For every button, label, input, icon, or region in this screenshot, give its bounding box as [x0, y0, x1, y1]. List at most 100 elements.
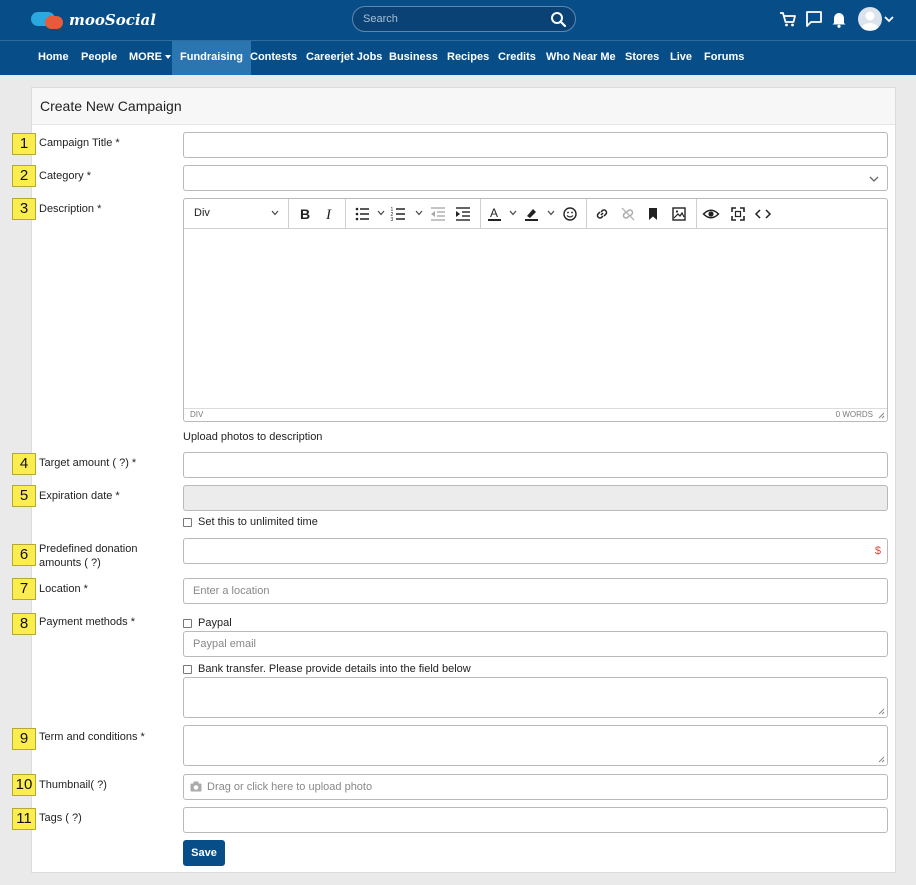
- step-number-4: 4: [12, 453, 36, 475]
- expiration-date-label: Expiration date *: [39, 490, 120, 502]
- resize-grip-icon[interactable]: [878, 412, 885, 419]
- category-label: Category *: [39, 170, 91, 182]
- nav-item-careerjet-jobs[interactable]: Careerjet Jobs: [298, 41, 390, 75]
- thumbnail-upload[interactable]: Drag or click here to upload photo: [183, 774, 888, 800]
- expiration-date-field[interactable]: [183, 485, 888, 511]
- target-amount-field: [183, 452, 888, 478]
- bullet-list-icon[interactable]: [354, 205, 372, 223]
- predefined-donation-input[interactable]: [184, 539, 887, 563]
- image-icon[interactable]: [670, 205, 688, 223]
- bank-details-textarea[interactable]: [183, 677, 888, 718]
- text-color-icon[interactable]: A: [486, 205, 504, 223]
- numbered-list-icon[interactable]: 123: [390, 205, 408, 223]
- nav-item-business[interactable]: Business: [381, 41, 446, 75]
- user-silhouette-icon: [861, 11, 879, 30]
- chevron-down-icon: [869, 176, 879, 182]
- fullscreen-icon[interactable]: [729, 205, 747, 223]
- nav-item-recipes[interactable]: Recipes: [439, 41, 497, 75]
- chat-icon[interactable]: [804, 9, 824, 29]
- bell-icon[interactable]: [829, 9, 849, 29]
- bold-icon[interactable]: B: [296, 205, 314, 223]
- highlight-color-icon[interactable]: [523, 205, 541, 223]
- step-number-5: 5: [12, 485, 36, 507]
- nav-item-forums[interactable]: Forums: [696, 41, 752, 75]
- step-number-9: 9: [12, 728, 36, 750]
- svg-text:3: 3: [391, 217, 394, 223]
- description-label: Description *: [39, 203, 102, 215]
- italic-icon[interactable]: I: [321, 205, 339, 223]
- search-input[interactable]: [363, 7, 543, 31]
- paypal-checkbox[interactable]: [183, 619, 192, 628]
- thumbnail-upload-text: Drag or click here to upload photo: [207, 781, 373, 793]
- site-logo[interactable]: mooSocial: [31, 9, 156, 31]
- nav-item-fundraising[interactable]: Fundraising: [172, 41, 251, 75]
- thumbnail-label: Thumbnail( ?): [39, 779, 107, 791]
- chevron-down-icon[interactable]: [547, 210, 555, 216]
- upload-photos-link[interactable]: Upload photos to description: [183, 431, 322, 443]
- target-amount-label: Target amount ( ?) *: [39, 457, 137, 469]
- nav-item-who-near-me[interactable]: Who Near Me: [538, 41, 624, 75]
- step-number-1: 1: [12, 133, 36, 155]
- page-title: Create New Campaign: [32, 88, 895, 125]
- step-number-3: 3: [12, 198, 36, 220]
- nav-item-credits[interactable]: Credits: [490, 41, 544, 75]
- nav-item-live[interactable]: Live: [662, 41, 700, 75]
- top-header: mooSocial: [0, 0, 916, 40]
- emoji-icon[interactable]: [561, 205, 579, 223]
- preview-eye-icon[interactable]: [702, 205, 720, 223]
- nav-item-contests[interactable]: Contests: [242, 41, 305, 75]
- paypal-email-field: [183, 631, 888, 657]
- tags-field: [183, 807, 888, 833]
- nav-more-label: MORE: [129, 51, 162, 63]
- description-editor: Div B I 123 A DIV 0 WORDS: [183, 198, 888, 422]
- step-number-10: 10: [12, 774, 36, 796]
- terms-textarea[interactable]: [183, 725, 888, 766]
- resize-grip-icon[interactable]: [878, 708, 885, 715]
- location-input[interactable]: [184, 579, 887, 603]
- nav-item-stores[interactable]: Stores: [617, 41, 667, 75]
- chevron-down-icon[interactable]: [509, 210, 517, 216]
- avatar[interactable]: [858, 7, 882, 31]
- predefined-donation-field: $: [183, 538, 888, 564]
- outdent-icon[interactable]: [429, 205, 447, 223]
- cart-icon[interactable]: [778, 9, 798, 29]
- unlimited-time-label[interactable]: Set this to unlimited time: [198, 516, 318, 528]
- caret-down-icon: [165, 55, 171, 60]
- step-number-8: 8: [12, 613, 36, 635]
- nav-item-people[interactable]: People: [73, 41, 125, 75]
- paypal-label[interactable]: Paypal: [198, 617, 232, 629]
- resize-grip-icon[interactable]: [878, 756, 885, 763]
- predefined-donation-label-line2: amounts ( ?): [39, 557, 101, 569]
- location-label: Location *: [39, 583, 88, 595]
- chevron-down-icon[interactable]: [377, 210, 385, 216]
- bookmark-icon[interactable]: [644, 205, 662, 223]
- save-button[interactable]: Save: [183, 840, 225, 866]
- nav-item-more[interactable]: MORE: [121, 41, 179, 75]
- step-number-7: 7: [12, 578, 36, 600]
- link-icon[interactable]: [593, 205, 611, 223]
- logo-bubbles-icon: [31, 9, 67, 31]
- predefined-donation-label-line1: Predefined donation: [39, 543, 138, 555]
- nav-item-home[interactable]: Home: [30, 41, 77, 75]
- category-select[interactable]: [183, 165, 888, 191]
- search-icon[interactable]: [550, 11, 567, 28]
- campaign-title-field: [183, 132, 888, 158]
- svg-text:I: I: [325, 207, 332, 223]
- paypal-email-input[interactable]: [184, 632, 887, 656]
- indent-icon[interactable]: [454, 205, 472, 223]
- bank-transfer-label[interactable]: Bank transfer. Please provide details in…: [198, 663, 471, 675]
- editor-element-path[interactable]: DIV: [190, 410, 203, 419]
- chevron-down-icon[interactable]: [271, 210, 279, 216]
- chevron-down-icon[interactable]: [415, 210, 423, 216]
- target-amount-input[interactable]: [184, 453, 887, 477]
- campaign-title-input[interactable]: [184, 133, 887, 157]
- unlink-icon[interactable]: [619, 205, 637, 223]
- bank-transfer-checkbox[interactable]: [183, 665, 192, 674]
- block-format-select[interactable]: Div: [194, 207, 210, 219]
- chevron-down-icon[interactable]: [884, 14, 894, 24]
- svg-text:B: B: [300, 206, 310, 222]
- tags-input[interactable]: [184, 808, 887, 832]
- campaign-title-label: Campaign Title *: [39, 137, 120, 149]
- unlimited-time-checkbox[interactable]: [183, 518, 192, 527]
- source-code-icon[interactable]: [754, 205, 772, 223]
